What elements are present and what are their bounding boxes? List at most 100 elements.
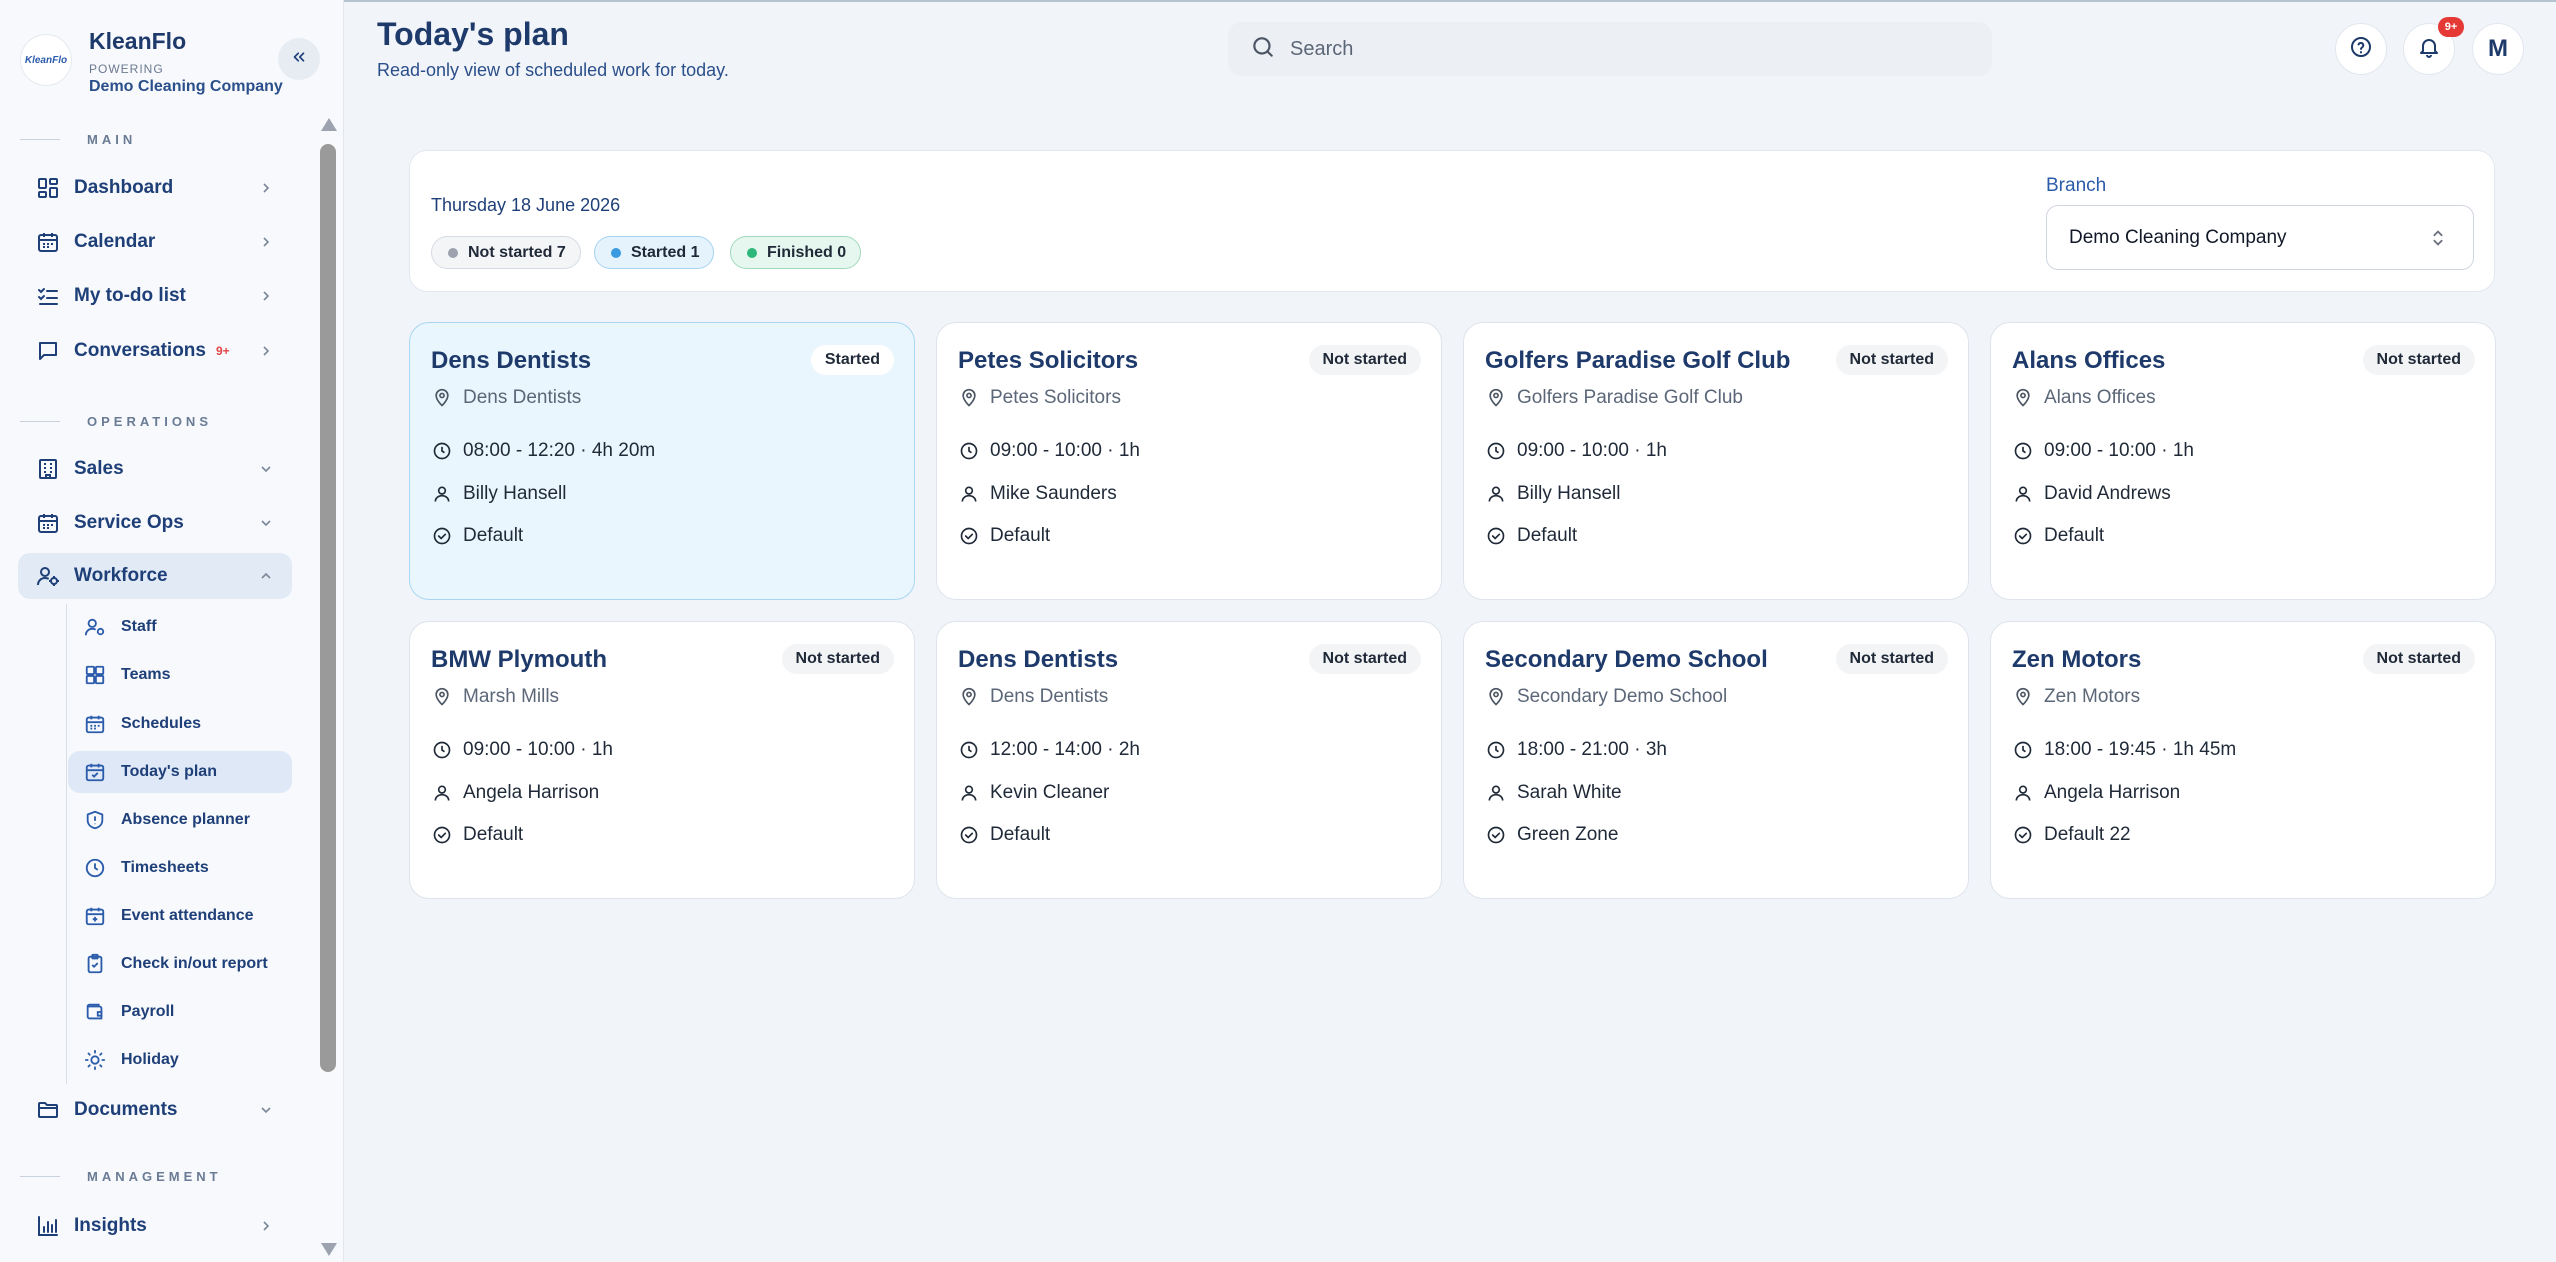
bell-icon [2417, 35, 2441, 64]
job-zone-row: Default [1485, 525, 1577, 547]
job-time: 12:00 - 14:00 · 2h [990, 739, 1140, 760]
calendar-check-icon [82, 759, 108, 785]
sidebar-subitem-schedules[interactable]: Schedules [68, 703, 292, 745]
sidebar-item-workforce[interactable]: Workforce [18, 553, 292, 599]
job-zone-row: Default [2012, 525, 2104, 547]
sidebar-subitem-teams[interactable]: Teams [68, 654, 292, 696]
sidebar-item-dashboard[interactable]: Dashboard [18, 165, 292, 211]
job-status-badge: Not started [1835, 644, 1948, 674]
sidebar-item-service-ops[interactable]: Service Ops [18, 500, 292, 546]
scroll-down-arrow[interactable] [321, 1243, 337, 1256]
sidebar-item-conversations[interactable]: Conversations 9+ [18, 328, 292, 374]
branch-select[interactable]: Demo Cleaning Company [2046, 205, 2474, 270]
scroll-up-arrow[interactable] [321, 118, 337, 131]
job-time: 18:00 - 19:45 · 1h 45m [2044, 739, 2237, 760]
double-chevron-left-icon [290, 48, 308, 71]
status-chip-not-started[interactable]: Not started 7 [431, 236, 581, 269]
brand-logo: KleanFlo [20, 34, 72, 86]
brand-powering: POWERING [89, 62, 164, 76]
clock-icon [1485, 440, 1507, 462]
chevron-right-icon [258, 1218, 274, 1234]
job-time: 09:00 - 10:00 · 1h [463, 739, 613, 760]
help-button[interactable] [2335, 23, 2387, 75]
job-time-row: 12:00 - 14:00 · 2h [958, 739, 1140, 761]
job-staff: Angela Harrison [2044, 782, 2181, 803]
check-circle-icon [1485, 525, 1507, 547]
sidebar-item-label: My to-do list [74, 285, 186, 306]
job-location-row: Petes Solicitors [958, 387, 1121, 409]
calendar-icon [34, 228, 62, 256]
sidebar-subitem-staff[interactable]: Staff [68, 606, 292, 648]
job-card[interactable]: Alans Offices Not started Alans Offices … [1990, 322, 2496, 600]
check-circle-icon [958, 525, 980, 547]
conversations-badge: 9+ [215, 344, 230, 358]
job-card[interactable]: Petes Solicitors Not started Petes Solic… [936, 322, 1442, 600]
sidebar-subitem-absence-planner[interactable]: Absence planner [68, 799, 292, 841]
scroll-thumb[interactable] [320, 144, 336, 1072]
user-icon [1485, 782, 1507, 804]
sidebar-item-todo[interactable]: My to-do list [18, 273, 292, 319]
folder-icon [34, 1096, 62, 1124]
search-input[interactable] [1290, 37, 1950, 61]
sidebar-subitem-check-in-out-report[interactable]: Check in/out report [68, 943, 292, 985]
job-location: Zen Motors [2044, 686, 2141, 707]
job-location-row: Secondary Demo School [1485, 686, 1727, 708]
job-time-row: 18:00 - 19:45 · 1h 45m [2012, 739, 2236, 761]
job-card[interactable]: Golfers Paradise Golf Club Not started G… [1463, 322, 1969, 600]
job-card[interactable]: BMW Plymouth Not started Marsh Mills 09:… [409, 621, 915, 899]
location-pin-icon [1485, 387, 1507, 409]
user-gear-icon [82, 614, 108, 640]
job-location-row: Zen Motors [2012, 686, 2140, 708]
sidebar-scrollbar[interactable] [314, 112, 342, 1262]
user-icon [431, 483, 453, 505]
status-dot [448, 247, 458, 258]
top-border [0, 0, 2556, 2]
job-card[interactable]: Zen Motors Not started Zen Motors 18:00 … [1990, 621, 2496, 899]
status-chip-started[interactable]: Started 1 [594, 236, 715, 269]
job-location-row: Dens Dentists [431, 387, 581, 409]
sidebar-subitem-event-attendance[interactable]: Event attendance [68, 895, 292, 937]
job-location: Golfers Paradise Golf Club [1517, 387, 1743, 408]
job-time-row: 09:00 - 10:00 · 1h [2012, 440, 2194, 462]
sidebar-item-documents[interactable]: Documents [18, 1087, 292, 1133]
sidebar-item-sales[interactable]: Sales [18, 446, 292, 492]
notifications-badge: 9+ [2438, 17, 2464, 37]
branch-select-value: Demo Cleaning Company [2069, 226, 2287, 248]
location-pin-icon [431, 387, 453, 409]
job-location: Dens Dentists [990, 686, 1109, 707]
job-zone-row: Default [431, 525, 523, 547]
collapse-sidebar-button[interactable] [278, 38, 320, 80]
sidebar-subitem-label: Teams [121, 666, 171, 683]
plan-date: Thursday 18 June 2026 [431, 195, 621, 215]
sidebar-item-label: Service Ops [74, 512, 184, 533]
user-avatar-button[interactable]: M [2472, 23, 2524, 75]
job-card[interactable]: Dens Dentists Started Dens Dentists 08:0… [409, 322, 915, 600]
clock-icon [82, 855, 108, 881]
job-time: 09:00 - 10:00 · 1h [990, 440, 1140, 461]
job-title: Alans Offices [2012, 347, 2166, 374]
job-time: 09:00 - 10:00 · 1h [1517, 440, 1667, 461]
job-status-badge: Not started [1308, 644, 1421, 674]
job-title: Golfers Paradise Golf Club [1485, 347, 1791, 374]
job-staff-row: Billy Hansell [431, 483, 566, 505]
dashboard-icon [34, 174, 62, 202]
job-time: 08:00 - 12:20 · 4h 20m [463, 440, 656, 461]
job-staff-row: Mike Saunders [958, 483, 1117, 505]
sidebar-subitem-todays-plan[interactable]: Today's plan [68, 751, 292, 793]
check-circle-icon [2012, 824, 2034, 846]
job-title: Secondary Demo School [1485, 646, 1768, 673]
job-card[interactable]: Dens Dentists Not started Dens Dentists … [936, 621, 1442, 899]
shield-icon [82, 807, 108, 833]
job-card[interactable]: Secondary Demo School Not started Second… [1463, 621, 1969, 899]
job-staff: Billy Hansell [463, 483, 567, 504]
sidebar-subitem-holiday[interactable]: Holiday [68, 1039, 292, 1081]
sidebar-item-calendar[interactable]: Calendar [18, 219, 292, 265]
search-bar[interactable] [1228, 22, 1992, 76]
sidebar-subitem-label: Payroll [121, 1003, 175, 1020]
sidebar-subitem-payroll[interactable]: Payroll [68, 991, 292, 1033]
job-time: 18:00 - 21:00 · 3h [1517, 739, 1667, 760]
sidebar-subitem-timesheets[interactable]: Timesheets [68, 847, 292, 889]
sidebar-item-insights[interactable]: Insights [18, 1203, 292, 1249]
status-chip-finished[interactable]: Finished 0 [730, 236, 862, 269]
job-status-badge: Not started [2362, 345, 2475, 375]
